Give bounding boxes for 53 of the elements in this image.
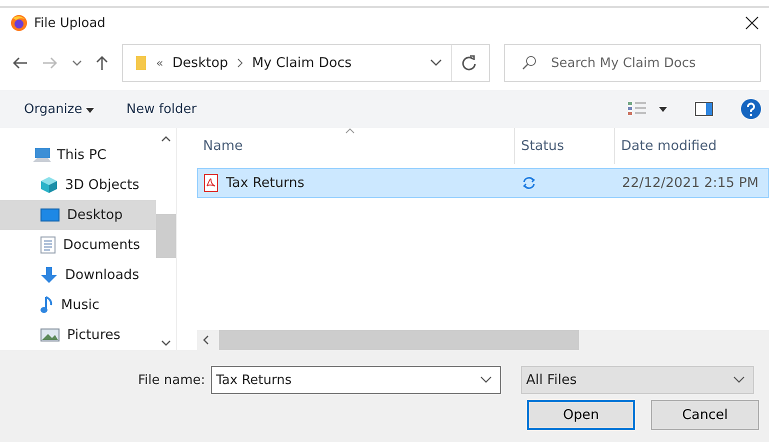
chevron-down-icon — [733, 376, 746, 384]
music-note-icon — [40, 296, 54, 314]
down-arrow-icon — [40, 266, 58, 284]
file-row[interactable]: Tax Returns 22/12/2021 2:15 PM — [197, 168, 769, 198]
sidebar-item[interactable]: Desktop — [0, 200, 156, 230]
chevron-right-icon — [237, 58, 244, 68]
chevron-down-icon[interactable] — [72, 60, 82, 66]
file-name-label: File name: — [138, 372, 206, 388]
browser-logo-icon — [10, 14, 28, 32]
pictures-icon — [40, 327, 60, 343]
chevron-down-icon[interactable] — [480, 376, 492, 384]
sync-icon — [522, 176, 536, 190]
column-header[interactable]: Name — [197, 128, 515, 164]
sidebar-item[interactable]: 3D Objects — [0, 170, 156, 200]
cancel-button[interactable]: Cancel — [651, 400, 759, 430]
open-button[interactable]: Open — [527, 400, 635, 430]
file-name: Tax Returns — [226, 175, 304, 191]
file-type-dropdown[interactable]: All Files — [521, 366, 754, 394]
window-title: File Upload — [34, 16, 106, 30]
chevron-down-icon[interactable] — [430, 59, 442, 67]
caret-down-icon — [86, 108, 94, 112]
caret-down-icon[interactable] — [659, 106, 667, 112]
column-header[interactable]: Date modified — [615, 128, 769, 164]
address-bar[interactable]: « Desktop My Claim Docs — [122, 44, 490, 82]
preview-pane-icon[interactable] — [695, 102, 713, 116]
sidebar-item[interactable]: This PC — [0, 140, 156, 170]
close-icon[interactable] — [745, 16, 759, 30]
sidebar-item[interactable]: Documents — [0, 230, 156, 260]
view-options-icon[interactable] — [627, 101, 647, 117]
search-field[interactable]: Search My Claim Docs — [504, 44, 761, 82]
column-header[interactable]: Status — [515, 128, 615, 164]
computer-icon — [32, 147, 52, 163]
scrollbar-thumb[interactable] — [219, 330, 579, 350]
sidebar-item[interactable]: Pictures — [0, 320, 156, 350]
scroll-up-icon[interactable] — [161, 136, 171, 142]
up-arrow-icon[interactable] — [96, 55, 108, 71]
scroll-left-icon[interactable] — [203, 335, 209, 345]
document-icon — [40, 236, 56, 254]
scroll-down-icon[interactable] — [161, 340, 171, 346]
scrollbar-thumb[interactable] — [156, 214, 176, 258]
pdf-file-icon — [204, 174, 218, 192]
new-folder-button[interactable]: New folder — [116, 98, 207, 120]
back-arrow-icon[interactable] — [12, 57, 28, 69]
organize-button[interactable]: Organize — [14, 98, 104, 120]
cube-icon — [40, 176, 58, 194]
desktop-icon — [40, 207, 60, 223]
search-icon — [521, 55, 537, 71]
sidebar-item[interactable]: Music — [0, 290, 156, 320]
file-name-field[interactable]: Tax Returns — [211, 366, 502, 394]
date-modified: 22/12/2021 2:15 PM — [622, 175, 758, 191]
help-icon[interactable] — [741, 99, 761, 119]
sidebar-item[interactable]: Downloads — [0, 260, 156, 290]
refresh-icon[interactable] — [461, 55, 477, 71]
